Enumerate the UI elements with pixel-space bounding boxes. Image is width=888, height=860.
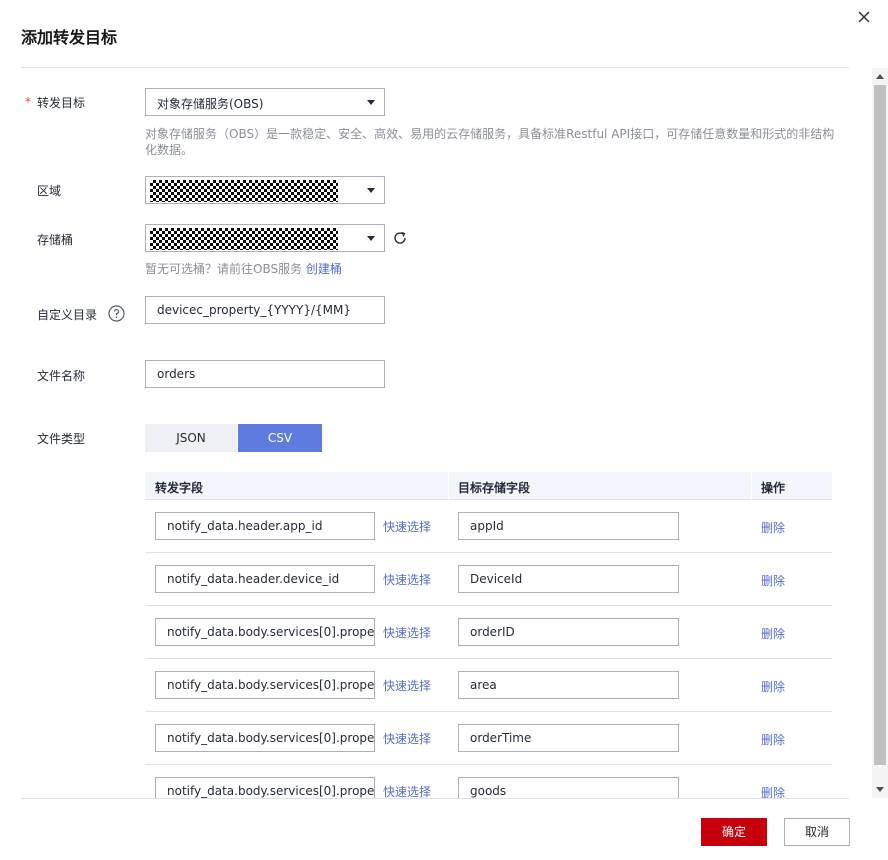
file-type-csv-option[interactable]: CSV (238, 424, 322, 452)
cancel-button[interactable]: 取消 (784, 818, 850, 846)
help-circle-icon[interactable] (108, 305, 125, 322)
bucket-hint: 暂无可选桶？请前往OBS服务 创建桶 (145, 261, 835, 277)
scrollbar-thumb[interactable] (874, 85, 886, 765)
footer-divider (21, 798, 849, 799)
bucket-select[interactable] (145, 224, 385, 252)
region-select[interactable] (145, 176, 385, 204)
file-name-label: 文件名称 (37, 369, 86, 383)
dialog-title: 添加转发目标 (21, 28, 118, 47)
chevron-down-icon (367, 236, 375, 241)
scroll-down-icon[interactable] (876, 787, 884, 792)
scroll-up-icon[interactable] (876, 74, 884, 79)
source-field-input[interactable]: notify_data.body.services[0].propertie (155, 777, 375, 798)
target-help-text: 对象存储服务（OBS）是一款稳定、安全、高效、易用的云存储服务，具备标准Rest… (145, 127, 835, 157)
table-row: notify_data.body.services[0].propertie 快… (145, 712, 832, 765)
create-bucket-link[interactable]: 创建桶 (306, 262, 342, 276)
source-field-input[interactable]: notify_data.body.services[0].propertie (155, 671, 375, 699)
quick-select-link[interactable]: 快速选择 (383, 571, 431, 588)
file-type-label: 文件类型 (37, 432, 86, 446)
delete-link[interactable]: 删除 (761, 625, 785, 642)
custom-dir-label: 自定义目录 (37, 308, 98, 322)
quick-select-link[interactable]: 快速选择 (383, 518, 431, 535)
table-row: notify_data.body.services[0].propertie 快… (145, 765, 832, 798)
redacted-bucket-value (150, 228, 338, 250)
header-divider (448, 472, 449, 500)
quick-select-link[interactable]: 快速选择 (383, 783, 431, 798)
target-select-value: 对象存储服务(OBS) (157, 97, 264, 111)
target-field-input[interactable]: orderID (458, 618, 679, 646)
confirm-button[interactable]: 确定 (701, 818, 767, 846)
source-field-input[interactable]: notify_data.body.services[0].propertie (155, 724, 375, 752)
source-field-input[interactable]: notify_data.header.app_id (155, 512, 375, 540)
table-row: notify_data.body.services[0].propertie 快… (145, 659, 832, 712)
header-source-field: 转发字段 (155, 481, 204, 495)
dialog-body: * 转发目标 对象存储服务(OBS) 对象存储服务（OBS）是一款稳定、安全、高… (0, 68, 888, 798)
vertical-scrollbar[interactable] (872, 68, 888, 798)
target-field-input[interactable]: orderTime (458, 724, 679, 752)
target-field-input[interactable]: appId (458, 512, 679, 540)
custom-dir-input[interactable]: devicec_property_{YYYY}/{MM} (145, 296, 385, 324)
delete-link[interactable]: 删除 (761, 519, 785, 536)
bucket-hint-text: 暂无可选桶？请前往OBS服务 (145, 262, 303, 276)
quick-select-link[interactable]: 快速选择 (383, 624, 431, 641)
header-target-field: 目标存储字段 (458, 481, 531, 495)
header-divider (751, 472, 752, 500)
refresh-icon[interactable] (392, 230, 408, 246)
target-label: 转发目标 (37, 96, 86, 110)
delete-link[interactable]: 删除 (761, 731, 785, 748)
table-header: 转发字段 目标存储字段 操作 (145, 472, 832, 500)
quick-select-link[interactable]: 快速选择 (383, 677, 431, 694)
header-action: 操作 (761, 481, 786, 495)
close-icon[interactable] (855, 8, 873, 26)
source-field-input[interactable]: notify_data.header.device_id (155, 565, 375, 593)
delete-link[interactable]: 删除 (761, 572, 785, 589)
chevron-down-icon (367, 100, 375, 105)
source-field-input[interactable]: notify_data.body.services[0].propertie (155, 618, 375, 646)
region-label: 区域 (37, 184, 62, 198)
delete-link[interactable]: 删除 (761, 678, 785, 695)
target-field-input[interactable]: DeviceId (458, 565, 679, 593)
target-field-input[interactable]: goods (458, 777, 679, 798)
table-row: notify_data.body.services[0].propertie 快… (145, 606, 832, 659)
table-row: notify_data.header.app_id 快速选择 appId 删除 (145, 500, 832, 553)
target-select[interactable]: 对象存储服务(OBS) (145, 88, 385, 116)
bucket-label: 存储桶 (37, 233, 74, 247)
delete-link[interactable]: 删除 (761, 784, 785, 798)
quick-select-link[interactable]: 快速选择 (383, 730, 431, 747)
file-name-input[interactable]: orders (145, 360, 385, 388)
required-mark: * (25, 95, 31, 109)
table-row: notify_data.header.device_id 快速选择 Device… (145, 553, 832, 606)
target-field-input[interactable]: area (458, 671, 679, 699)
chevron-down-icon (367, 188, 375, 193)
file-type-json-option[interactable]: JSON (145, 424, 237, 452)
redacted-region-value (150, 180, 338, 202)
